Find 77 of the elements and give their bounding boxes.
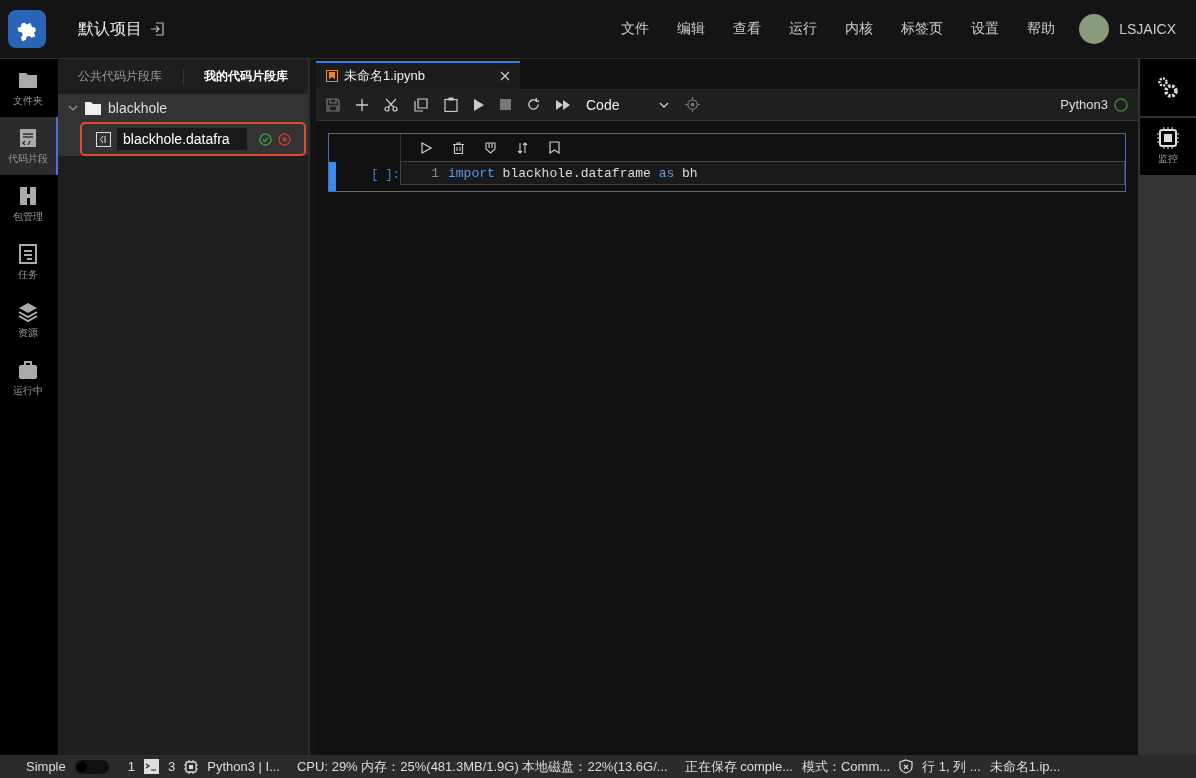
chip-icon (1157, 127, 1179, 149)
cell-type-dropdown[interactable]: Code (586, 96, 670, 113)
terminal-icon[interactable] (144, 759, 159, 774)
terminal-count: 1 (127, 759, 135, 774)
code-cell[interactable]: [ ]: 1 import blackhole.dataframe as bh (328, 133, 1126, 192)
menu-item[interactable]: 标签页 (901, 20, 944, 38)
editor-mode: 模式：Comm... (802, 757, 891, 776)
run-icon[interactable] (474, 98, 484, 111)
cancel-icon[interactable] (278, 132, 291, 146)
save-icon[interactable] (326, 97, 340, 112)
menu-item[interactable]: 文件 (621, 20, 650, 38)
run-icon[interactable] (421, 141, 432, 154)
settings-icon (1156, 75, 1180, 100)
line-number: 1 (430, 165, 440, 181)
cell-prompt: [ ]: (370, 167, 400, 184)
fast-forward-icon[interactable] (556, 99, 570, 110)
folder-row[interactable]: blackhole (58, 94, 308, 122)
library-tab[interactable]: 我的代码片段库 (183, 68, 308, 85)
shield-icon[interactable] (485, 141, 496, 154)
puzzle-logo-icon (8, 10, 46, 48)
close-icon[interactable] (500, 71, 510, 81)
active-cell-marker (329, 162, 336, 191)
user-name[interactable]: LSJAICX (1119, 21, 1176, 37)
code-line: import blackhole.dataframe as bh (448, 165, 698, 181)
menu-item[interactable]: 内核 (845, 20, 874, 38)
tab-title: 未命名1.ipynb (344, 67, 425, 85)
simple-mode-toggle[interactable] (74, 759, 109, 774)
sort-icon[interactable] (517, 141, 528, 154)
kernel-count: 3 (168, 759, 176, 774)
plus-icon[interactable] (356, 98, 368, 111)
restart-icon[interactable] (527, 98, 540, 111)
code-file-icon (17, 126, 39, 149)
monitor-button[interactable]: 监控 (1140, 118, 1196, 175)
kernel-status[interactable]: Python3 | I... (207, 759, 280, 774)
layers-icon (17, 300, 39, 323)
snippet-name-field[interactable]: blackhole.datafra (117, 128, 247, 150)
activity-item[interactable]: 代码片段 (0, 117, 58, 175)
target-icon[interactable] (685, 97, 701, 112)
menu-item[interactable]: 编辑 (677, 20, 706, 38)
menu-item[interactable]: 运行 (789, 20, 818, 38)
copy-icon[interactable] (414, 97, 428, 112)
settings-button[interactable] (1140, 59, 1196, 116)
project-title: 默认项目 (78, 18, 142, 39)
avatar[interactable] (1079, 14, 1110, 44)
save-status: 正在保存 comple... (684, 757, 793, 776)
chip-icon[interactable] (184, 759, 199, 774)
caret-icon (659, 101, 670, 108)
briefcase-icon (17, 358, 39, 381)
notebook-icon (326, 70, 338, 82)
kernel-status-icon (1114, 97, 1128, 112)
snippet-icon (96, 131, 111, 147)
menu-item[interactable]: 帮助 (1027, 20, 1056, 38)
confirm-icon[interactable] (259, 132, 272, 146)
menu-item[interactable]: 查看 (733, 20, 762, 38)
folder-icon (85, 101, 101, 115)
scissors-icon[interactable] (384, 97, 398, 112)
exit-icon[interactable] (150, 22, 164, 36)
clipboard-icon[interactable] (444, 97, 458, 112)
library-tab[interactable]: 公共代码片段库 (58, 68, 183, 85)
resource-usage: CPU: 29% 内存：25%(481.3MB/1.9G) 本地磁盘：22%(13.6G/... (297, 757, 668, 776)
activity-item[interactable]: 文件夹 (0, 59, 58, 117)
menu-item[interactable]: 设置 (971, 20, 1000, 38)
current-file: 未命名1.ip... (989, 757, 1061, 776)
mode-label: Simple (26, 759, 66, 774)
activity-item[interactable]: 任务 (0, 233, 58, 291)
activity-item[interactable]: 资源 (0, 291, 58, 349)
activity-item[interactable]: 包管理 (0, 175, 58, 233)
cursor-position: 行 1, 列 ... (922, 757, 981, 776)
code-editor[interactable]: 1 import blackhole.dataframe as bh (400, 161, 1125, 185)
trash-icon[interactable] (453, 141, 464, 154)
shield-icon[interactable] (899, 759, 914, 774)
chevron-icon[interactable] (68, 103, 78, 113)
list-icon (17, 242, 39, 265)
notebook-tab[interactable]: 未命名1.ipynb (316, 61, 520, 89)
kernel-name[interactable]: Python3 (1060, 97, 1108, 112)
bookmark-icon[interactable] (549, 141, 560, 154)
activity-item[interactable]: 运行中 (0, 349, 58, 407)
